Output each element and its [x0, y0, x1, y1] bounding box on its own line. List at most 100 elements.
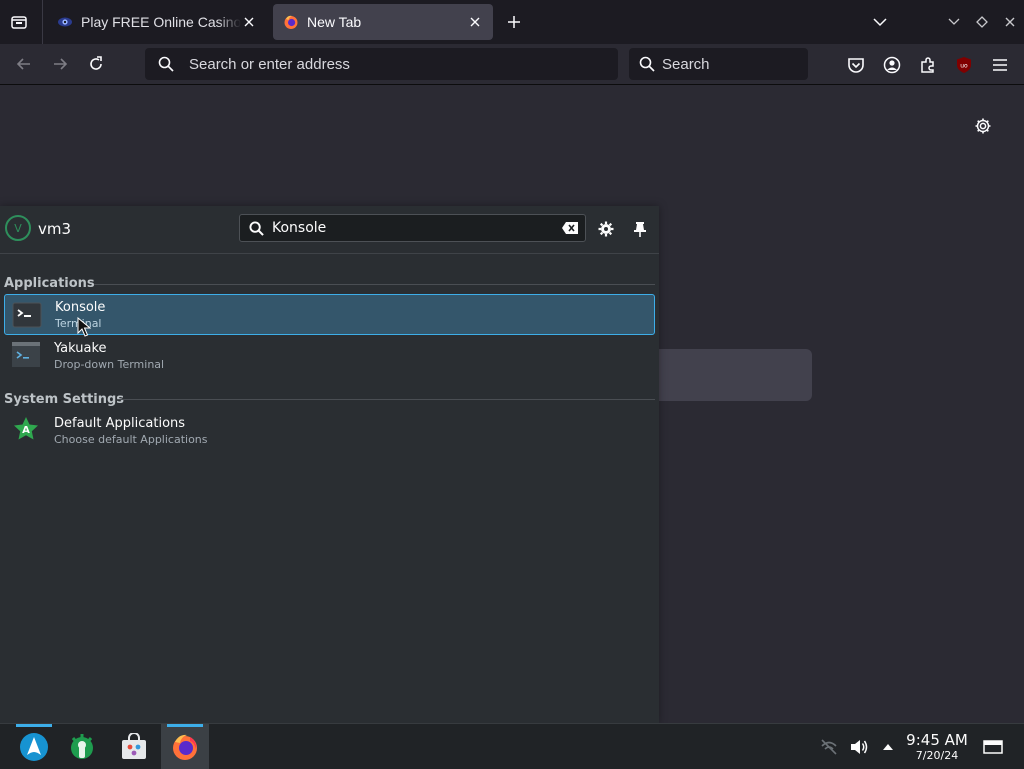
- store-icon: [122, 732, 146, 759]
- show-desktop-button[interactable]: [982, 737, 1004, 757]
- section-title-applications: Applications: [4, 276, 95, 291]
- result-title: Konsole: [55, 300, 106, 315]
- avatar-letter: V: [14, 221, 22, 235]
- taskbar-discover[interactable]: [110, 724, 158, 769]
- app-menu-button[interactable]: [989, 54, 1011, 76]
- avatar[interactable]: V: [5, 215, 31, 241]
- volume-button[interactable]: [849, 737, 869, 757]
- search-icon: [157, 55, 175, 73]
- section-divider: [94, 284, 655, 285]
- firefox-icon: [173, 734, 197, 760]
- result-title: Default Applications: [54, 416, 186, 431]
- tab-new-tab[interactable]: New Tab: [273, 4, 493, 40]
- launcher-search-input[interactable]: [270, 219, 554, 237]
- mouse-cursor-icon: [77, 317, 91, 337]
- tab-separator: [42, 0, 43, 44]
- reload-button[interactable]: [84, 52, 108, 76]
- customize-new-tab-button[interactable]: [972, 115, 994, 137]
- show-desktop-icon: [983, 740, 1003, 754]
- section-title-system-settings: System Settings: [4, 392, 125, 407]
- show-hidden-icons-button[interactable]: [878, 737, 898, 757]
- yakuake-icon: [12, 342, 40, 367]
- new-tab-shortcut-placeholder: [659, 349, 812, 401]
- close-icon: [1005, 17, 1015, 27]
- tab-strip: Play FREE Online Casino g New Tab: [0, 0, 1024, 44]
- chevron-down-icon: [873, 18, 887, 27]
- pin-launcher-button[interactable]: [631, 220, 649, 238]
- new-tab-button[interactable]: [503, 11, 525, 33]
- result-title: Yakuake: [54, 341, 107, 356]
- close-icon: [244, 17, 254, 27]
- search-bar[interactable]: [629, 48, 808, 80]
- result-subtitle: Choose default Applications: [54, 433, 208, 446]
- clock-date: 7/20/24: [915, 749, 959, 762]
- menu-icon: [993, 59, 1007, 71]
- speaker-icon: [851, 740, 868, 754]
- active-indicator: [16, 724, 52, 727]
- close-tab-button[interactable]: [241, 14, 257, 30]
- gear-icon: [598, 221, 614, 237]
- network-disconnected-icon: [821, 739, 837, 755]
- account-button[interactable]: [881, 54, 903, 76]
- backspace-clear-icon: [562, 222, 578, 234]
- chevron-up-icon: [883, 744, 893, 750]
- configure-launcher-button[interactable]: [597, 220, 615, 238]
- extensions-button[interactable]: [917, 54, 939, 76]
- list-all-tabs-button[interactable]: [870, 12, 890, 32]
- address-input[interactable]: [187, 54, 571, 74]
- konsole-icon: [12, 302, 42, 328]
- plus-icon: [508, 16, 520, 28]
- casino-eye-icon: [58, 17, 72, 27]
- launcher-header: V vm3: [0, 206, 659, 254]
- result-subtitle: Drop-down Terminal: [54, 358, 165, 371]
- clock-time: 9:45 AM: [906, 731, 968, 749]
- network-disconnected-button[interactable]: [819, 737, 839, 757]
- search-icon: [638, 55, 656, 73]
- application-launcher-button[interactable]: [10, 724, 58, 769]
- svg-text:A: A: [22, 425, 30, 436]
- active-indicator: [167, 724, 203, 727]
- result-yakuake[interactable]: Yakuake Drop-down Terminal: [4, 335, 655, 376]
- pocket-button[interactable]: [845, 54, 867, 76]
- result-default-applications[interactable]: A Default Applications Choose default Ap…: [4, 410, 655, 451]
- taskbar-firefox[interactable]: [161, 724, 209, 769]
- navigation-toolbar: uo: [0, 44, 1024, 85]
- taskbar-system-settings[interactable]: [58, 724, 106, 769]
- clear-search-button[interactable]: [561, 220, 579, 236]
- extensions-icon: [921, 57, 934, 73]
- application-launcher: V vm3 Applications Konsole Terminal Yaku…: [0, 206, 659, 723]
- back-button[interactable]: [12, 52, 36, 76]
- gear-icon: [975, 118, 991, 134]
- back-arrow-icon: [16, 58, 30, 70]
- svg-text:uo: uo: [960, 63, 968, 70]
- arch-launcher-icon: [20, 732, 48, 761]
- ublock-icon: uo: [957, 57, 971, 73]
- tab-casino[interactable]: Play FREE Online Casino g: [47, 4, 267, 40]
- close-window-button[interactable]: [1000, 12, 1020, 32]
- close-tab-button[interactable]: [467, 14, 483, 30]
- pin-icon: [634, 222, 646, 237]
- firefox-view-button[interactable]: [6, 10, 32, 34]
- forward-button[interactable]: [48, 52, 72, 76]
- section-divider: [118, 399, 655, 400]
- result-konsole[interactable]: Konsole Terminal: [4, 294, 655, 335]
- reload-icon: [90, 56, 102, 70]
- search-input[interactable]: [660, 54, 794, 74]
- taskbar: 9:45 AM 7/20/24: [0, 723, 1024, 769]
- firefox-icon: [284, 15, 298, 29]
- launcher-search-field[interactable]: [239, 214, 586, 242]
- ublock-button[interactable]: uo: [953, 54, 975, 76]
- address-bar[interactable]: [145, 48, 618, 80]
- maximize-icon: [976, 16, 988, 28]
- default-apps-icon: A: [14, 417, 38, 440]
- firefox-view-icon: [11, 16, 27, 29]
- minimize-button[interactable]: [944, 12, 964, 32]
- maximize-button[interactable]: [972, 12, 992, 32]
- tab-title: Play FREE Online Casino g: [81, 14, 241, 30]
- minimize-icon: [948, 18, 960, 25]
- tab-title: New Tab: [307, 14, 362, 30]
- search-icon: [248, 220, 264, 236]
- forward-arrow-icon: [54, 58, 68, 70]
- pocket-icon: [848, 58, 864, 73]
- account-icon: [883, 56, 901, 74]
